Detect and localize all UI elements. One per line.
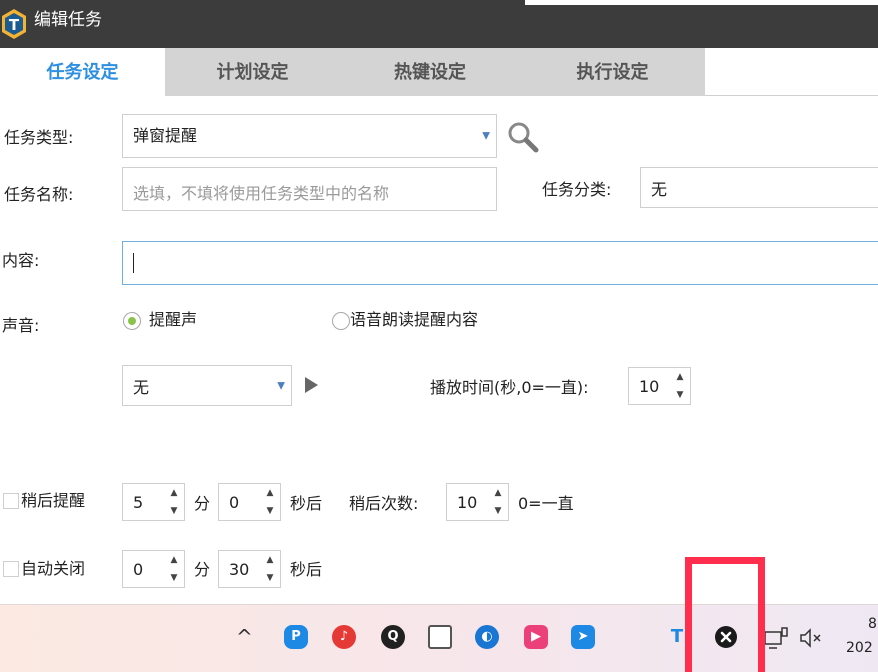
task-name-label: 任务名称: [4,185,74,204]
radio-tts-label[interactable]: 语音朗读提醒内容 [350,310,478,330]
tab-divider [705,95,878,96]
title-bar: T 编辑任务 [0,0,878,48]
autoclose-minutes-value: 0 [133,559,144,579]
spinner-arrows[interactable]: ▲ ▼ [264,555,276,583]
category-select[interactable]: 无 [640,167,878,208]
minute-unit-label: 分 [194,494,211,513]
task-type-select[interactable]: 弹窗提醒 ▼ [122,114,497,158]
snooze-seconds-spinner[interactable]: 0 ▲ ▼ [218,483,281,521]
radio-beep[interactable] [123,312,141,330]
task-name-input[interactable]: 选填，不填将使用任务类型中的名称 [122,167,497,211]
spinner-arrows[interactable]: ▲ ▼ [264,488,276,516]
autoclose-minutes-spinner[interactable]: 0 ▲ ▼ [122,550,185,588]
snooze-count-hint: 0=一直 [518,494,574,513]
spinner-arrows[interactable]: ▲ ▼ [674,372,686,400]
radio-tts[interactable] [332,312,350,330]
clock-fragment-bottom: 202 [846,640,873,656]
play-icon[interactable] [303,376,319,394]
snooze-minutes-value: 5 [133,492,144,512]
lanxin-icon[interactable]: P [284,625,308,649]
category-value: 无 [651,179,668,199]
sound-select[interactable]: 无 ▼ [122,365,292,406]
sound-select-value: 无 [133,377,150,397]
tab-execute-settings[interactable]: 执行设定 [520,48,705,96]
task-type-value: 弹窗提醒 [133,126,198,145]
window-icon[interactable] [428,625,452,649]
spinner-arrows[interactable]: ▲ ▼ [168,555,180,583]
snooze-count-value: 10 [457,492,478,512]
radio-beep-label[interactable]: 提醒声 [149,310,197,330]
autoclose-checkbox[interactable] [3,561,19,577]
minute-unit-label: 分 [194,560,211,579]
sound-label: 声音: [2,316,40,335]
tab-task-settings[interactable]: 任务设定 [0,48,165,96]
tab-hotkey-settings[interactable]: 热键设定 [340,48,520,96]
highlight-box [685,557,765,672]
autoclose-seconds-value: 30 [229,559,250,579]
qq-icon[interactable]: Q [381,625,405,649]
volume-mute-icon[interactable] [799,627,823,649]
tab-plan-settings[interactable]: 计划设定 [165,48,340,96]
play-time-label: 播放时间(秒,0=一直): [430,378,589,397]
chevron-down-icon: ▼ [482,130,490,142]
spinner-arrows[interactable]: ▲ ▼ [492,488,504,516]
feishu-icon[interactable]: ➤ [571,625,595,649]
snooze-count-label: 稍后次数: [349,494,419,513]
app-logo-icon: T [2,9,26,39]
snooze-label[interactable]: 稍后提醒 [21,491,85,511]
play-time-value: 10 [639,376,660,396]
category-label: 任务分类: [542,180,612,199]
task-name-placeholder: 选填，不填将使用任务类型中的名称 [133,184,390,203]
title-bar-strip [525,0,878,5]
snooze-minutes-spinner[interactable]: 5 ▲ ▼ [122,483,185,521]
window-title: 编辑任务 [34,10,102,30]
snooze-checkbox[interactable] [3,493,19,509]
photo-icon[interactable]: ◐ [475,625,499,649]
content-label: 内容: [2,251,40,270]
video-icon[interactable]: ▶ [524,625,548,649]
text-cursor [133,253,134,273]
chevron-down-icon: ▼ [277,380,285,391]
chevron-up-icon[interactable]: ^ [236,624,253,650]
svg-text:T: T [9,16,20,34]
netease-music-icon[interactable]: ♪ [332,625,356,649]
spinner-arrows[interactable]: ▲ ▼ [168,488,180,516]
play-time-spinner[interactable]: 10 ▲ ▼ [628,367,691,405]
search-icon[interactable] [506,120,540,154]
snooze-seconds-value: 0 [229,492,240,512]
autoclose-label[interactable]: 自动关闭 [21,559,85,579]
snooze-count-spinner[interactable]: 10 ▲ ▼ [446,483,509,521]
clock-fragment-top: 8 [868,616,877,632]
autoclose-seconds-spinner[interactable]: 30 ▲ ▼ [218,550,281,588]
content-input[interactable] [122,241,878,285]
seconds-after-label: 秒后 [290,494,323,513]
task-type-label: 任务类型: [4,128,74,147]
network-icon[interactable] [763,626,789,650]
seconds-after-label: 秒后 [290,560,323,579]
